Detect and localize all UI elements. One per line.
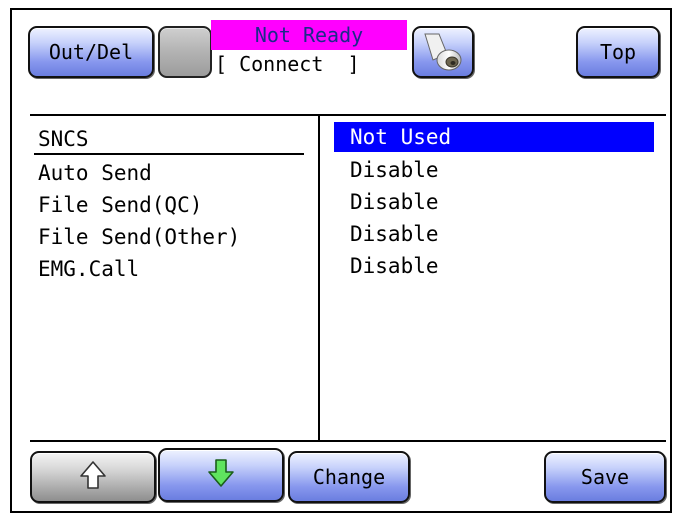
value-file-send-qc[interactable]: Disable <box>334 186 654 218</box>
setting-values-list: Not Used Disable Disable Disable Disable <box>334 122 654 282</box>
selected-value[interactable]: Not Used <box>334 122 654 152</box>
footer-divider <box>30 440 666 442</box>
column-divider <box>318 114 320 442</box>
disabled-button <box>158 26 212 78</box>
value-emg-call[interactable]: Disable <box>334 250 654 282</box>
list-item-file-send-other[interactable]: File Send(Other) <box>34 221 304 253</box>
setting-names-list: SNCS Auto Send File Send(QC) File Send(O… <box>34 126 304 285</box>
value-file-send-other[interactable]: Disable <box>334 218 654 250</box>
change-label: Change <box>312 465 386 489</box>
up-button[interactable] <box>30 451 156 503</box>
arrow-down-icon <box>207 458 235 493</box>
header-divider <box>30 114 666 116</box>
list-item-emg-call[interactable]: EMG.Call <box>34 253 304 285</box>
top-label: Top <box>599 40 637 64</box>
value-auto-send[interactable]: Disable <box>334 154 654 186</box>
list-item-file-send-qc[interactable]: File Send(QC) <box>34 189 304 221</box>
paper-roll-icon <box>421 30 465 74</box>
list-item-auto-send[interactable]: Auto Send <box>34 157 304 189</box>
printer-button[interactable] <box>412 26 474 78</box>
save-label: Save <box>580 465 630 489</box>
down-button[interactable] <box>158 448 284 502</box>
arrow-up-icon <box>79 460 107 494</box>
out-del-label: Out/Del <box>48 40 134 64</box>
status-panel: Not Ready [ Connect ] <box>211 20 407 78</box>
out-del-button[interactable]: Out/Del <box>28 26 154 78</box>
top-button[interactable]: Top <box>576 26 660 78</box>
status-connection: [ Connect ] <box>215 52 360 76</box>
save-button[interactable]: Save <box>544 451 666 503</box>
change-button[interactable]: Change <box>288 451 410 503</box>
list-header: SNCS <box>34 126 304 155</box>
status-state: Not Ready <box>211 20 407 50</box>
